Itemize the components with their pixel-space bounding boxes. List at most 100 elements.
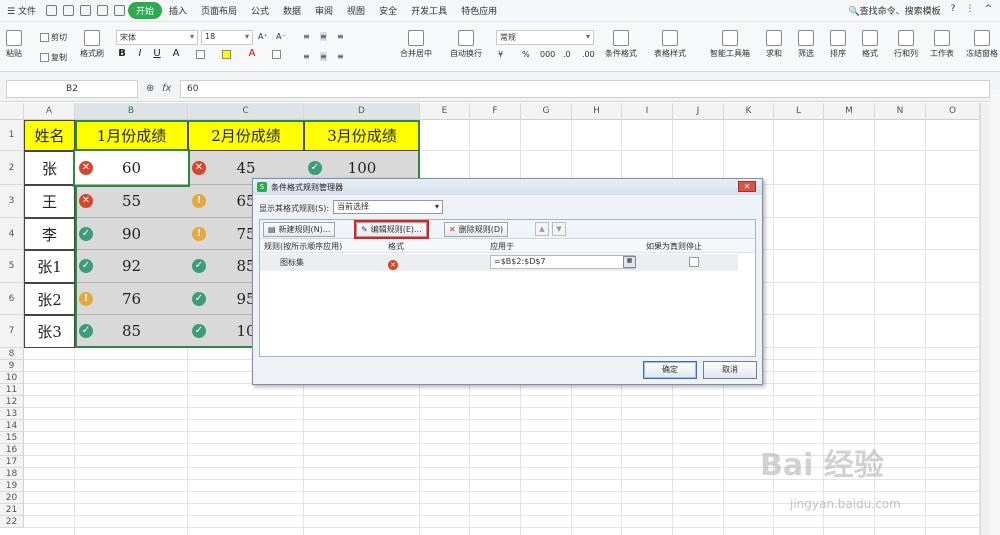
- ok-button[interactable]: 确定: [643, 361, 697, 379]
- row-header-12[interactable]: 12: [0, 396, 24, 408]
- row-header-10[interactable]: 10: [0, 372, 24, 384]
- file-menu[interactable]: ☰ 文件: [0, 4, 43, 17]
- tab-security[interactable]: 安全: [372, 4, 404, 17]
- column-header-b[interactable]: B: [75, 103, 188, 120]
- rule-row[interactable]: 图标集 ✓!✕ =$B$2:$D$7 ▦: [260, 254, 738, 271]
- decrease-decimal-icon[interactable]: .00: [582, 50, 595, 59]
- vertical-scrollbar[interactable]: [980, 103, 990, 535]
- paste-button[interactable]: 粘贴: [6, 30, 22, 59]
- row-header-19[interactable]: 19: [0, 480, 24, 492]
- sum-button[interactable]: 求和: [766, 30, 782, 59]
- header-cell[interactable]: 姓名: [24, 120, 75, 151]
- more-icon[interactable]: ⋮: [965, 4, 974, 17]
- tab-page-layout[interactable]: 页面布局: [194, 4, 244, 17]
- tab-developer[interactable]: 开发工具: [404, 4, 454, 17]
- row-header-7[interactable]: 7: [0, 315, 24, 348]
- edit-rule-button[interactable]: ✎ 编辑规则(E)...: [354, 220, 429, 239]
- score-cell[interactable]: 60 ✕: [73, 149, 190, 187]
- sort-button[interactable]: 排序: [830, 30, 846, 59]
- thousands-icon[interactable]: 000: [540, 50, 555, 59]
- align-center-icon[interactable]: ≡: [320, 52, 327, 61]
- fx-icon[interactable]: fx: [162, 83, 171, 94]
- row-header-6[interactable]: 6: [0, 283, 24, 315]
- row-header-2[interactable]: 2: [0, 151, 24, 185]
- tab-home[interactable]: 开始: [127, 2, 162, 19]
- column-header-e[interactable]: E: [420, 103, 470, 120]
- column-header-m[interactable]: M: [824, 103, 875, 120]
- tab-insert[interactable]: 插入: [162, 4, 194, 17]
- align-top-icon[interactable]: ≡: [303, 32, 310, 41]
- percent-icon[interactable]: %: [522, 50, 530, 59]
- cancel-button[interactable]: 取消: [703, 361, 757, 379]
- apply-to-field[interactable]: =$B$2:$D$7: [490, 255, 635, 269]
- stop-if-true-checkbox[interactable]: [689, 257, 699, 267]
- column-header-h[interactable]: H: [572, 103, 622, 120]
- print-preview-icon[interactable]: [79, 5, 91, 16]
- zoom-icon[interactable]: ⊕: [146, 83, 154, 94]
- row-col-button[interactable]: 行和列: [894, 30, 918, 59]
- align-left-icon[interactable]: ≡: [303, 52, 310, 61]
- move-down-icon[interactable]: ▼: [552, 222, 566, 236]
- number-format-select[interactable]: 常规: [496, 30, 594, 45]
- grow-font-icon[interactable]: A⁺: [258, 32, 268, 41]
- bold-icon[interactable]: B: [116, 48, 128, 59]
- copy-button[interactable]: 复制: [40, 52, 67, 63]
- row-header-1[interactable]: 1: [0, 120, 24, 151]
- tab-special[interactable]: 特色应用: [454, 4, 504, 17]
- align-bottom-icon[interactable]: ≡: [337, 32, 344, 41]
- row-header-4[interactable]: 4: [0, 218, 24, 250]
- freeze-button[interactable]: 冻结窗格: [966, 30, 998, 59]
- cut-button[interactable]: 剪切: [40, 32, 67, 43]
- name-cell[interactable]: 李: [24, 218, 75, 250]
- row-header-9[interactable]: 9: [0, 360, 24, 372]
- column-header-k[interactable]: K: [724, 103, 774, 120]
- name-box[interactable]: B2: [6, 80, 138, 98]
- tab-view[interactable]: 视图: [340, 4, 372, 17]
- italic-icon[interactable]: I: [134, 48, 146, 59]
- name-cell[interactable]: 张1: [24, 250, 75, 283]
- formula-input[interactable]: 60: [180, 80, 990, 98]
- select-all-corner[interactable]: [0, 103, 24, 120]
- range-picker-icon[interactable]: ▦: [623, 256, 636, 268]
- row-header-15[interactable]: 15: [0, 432, 24, 444]
- column-header-a[interactable]: A: [24, 103, 75, 120]
- column-header-g[interactable]: G: [521, 103, 572, 120]
- filter-button[interactable]: 筛选: [798, 30, 814, 59]
- name-cell[interactable]: 张: [24, 151, 75, 185]
- row-header-20[interactable]: 20: [0, 492, 24, 504]
- show-rules-select[interactable]: 当前选择: [333, 200, 443, 214]
- underline-icon[interactable]: U: [151, 48, 163, 59]
- search-command[interactable]: 🔍查找命令、搜索模板: [848, 4, 940, 17]
- row-header-18[interactable]: 18: [0, 468, 24, 480]
- help-icon[interactable]: ?: [951, 4, 956, 17]
- column-header-l[interactable]: L: [774, 103, 824, 120]
- column-header-i[interactable]: I: [622, 103, 673, 120]
- row-header-13[interactable]: 13: [0, 408, 24, 420]
- redo-icon[interactable]: [113, 5, 125, 16]
- close-icon[interactable]: ✕: [738, 181, 756, 192]
- increase-decimal-icon[interactable]: .0: [563, 50, 571, 59]
- row-header-5[interactable]: 5: [0, 250, 24, 283]
- tab-data[interactable]: 数据: [276, 4, 308, 17]
- name-cell[interactable]: 张2: [24, 283, 75, 315]
- row-header-14[interactable]: 14: [0, 420, 24, 432]
- format-painter-button[interactable]: 格式刷: [80, 30, 104, 59]
- undo-icon[interactable]: [96, 5, 108, 16]
- move-up-icon[interactable]: ▲: [535, 222, 549, 236]
- clear-format-icon[interactable]: [272, 50, 281, 59]
- wrap-text-button[interactable]: 自动换行: [450, 30, 482, 59]
- row-header-17[interactable]: 17: [0, 456, 24, 468]
- strikethrough-icon[interactable]: A: [170, 48, 182, 59]
- border-icon[interactable]: [196, 50, 205, 59]
- align-right-icon[interactable]: ≡: [337, 52, 344, 61]
- font-name-select[interactable]: 宋体: [116, 30, 198, 45]
- currency-icon[interactable]: ¥: [498, 50, 503, 59]
- align-middle-icon[interactable]: ≡: [320, 32, 327, 41]
- smart-toolbox-button[interactable]: 智能工具箱: [710, 30, 750, 59]
- row-header-16[interactable]: 16: [0, 444, 24, 456]
- print-icon[interactable]: [62, 5, 74, 16]
- save-icon[interactable]: [45, 5, 57, 16]
- table-style-button[interactable]: 表格样式: [654, 30, 686, 59]
- format-button[interactable]: 格式: [862, 30, 878, 59]
- column-header-c[interactable]: C: [188, 103, 304, 120]
